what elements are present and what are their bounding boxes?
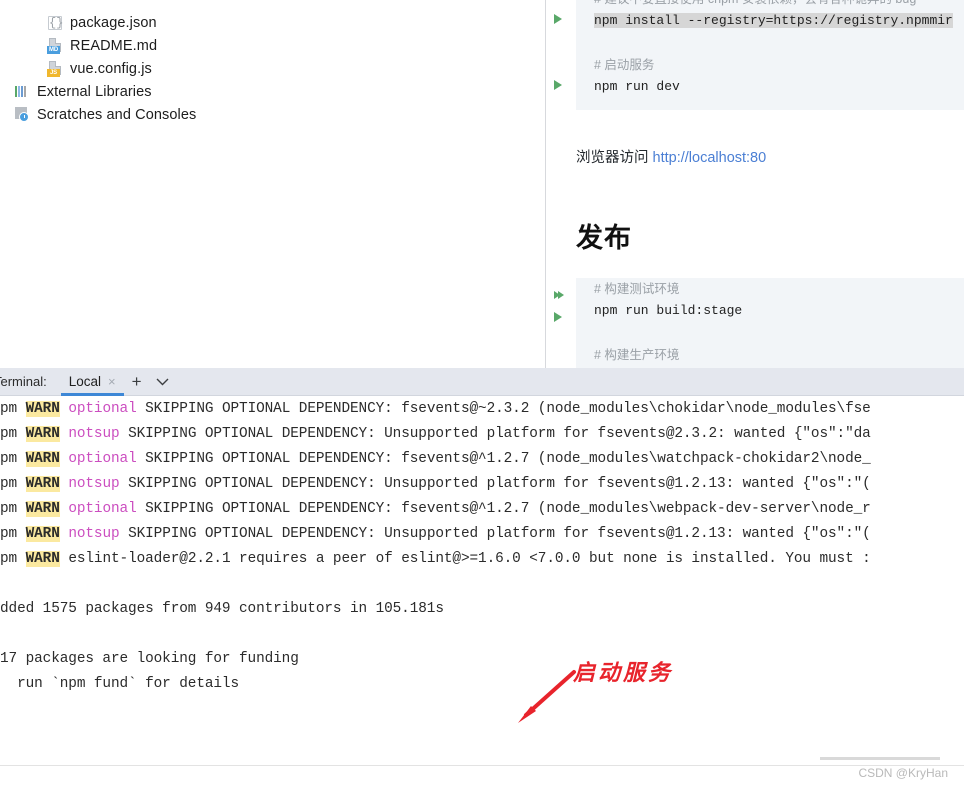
watermark: CSDN @KryHan: [858, 766, 948, 780]
code-line-build-stage[interactable]: npm run build:stage: [576, 300, 964, 322]
code-block-install: # 建议不要直接使用 cnpm 安装依赖，会有各种诡异的 bug npm ins…: [576, 0, 964, 110]
terminal-title: Terminal:: [0, 374, 47, 389]
run-line-icon[interactable]: [554, 306, 568, 328]
terminal-line: pm WARN optional SKIPPING OPTIONAL DEPEN…: [0, 451, 871, 467]
tree-item-label: package.json: [70, 14, 157, 31]
library-icon: [14, 83, 31, 100]
annotation-label: 启动服务: [573, 660, 674, 685]
run-all-icon[interactable]: [554, 284, 568, 306]
json-file-icon: [47, 14, 64, 31]
terminal-summary-line: dded 1575 packages from 949 contributors…: [0, 601, 444, 617]
chevron-down-glyph: [156, 378, 169, 385]
terminal-line: pm WARN optional SKIPPING OPTIONAL DEPEN…: [0, 501, 871, 517]
tree-item-label: README.md: [70, 37, 158, 54]
browser-access-text: 浏览器访问: [576, 150, 653, 166]
section-heading-publish: 发布: [576, 223, 632, 253]
chevron-down-icon[interactable]: [150, 368, 176, 396]
add-terminal-icon[interactable]: +: [124, 368, 150, 396]
terminal-tab-local[interactable]: Local ×: [60, 368, 124, 396]
terminal-line: pm WARN notsup SKIPPING OPTIONAL DEPENDE…: [0, 426, 871, 442]
tree-item-label: Scratches and Consoles: [37, 106, 197, 123]
terminal-line: pm WARN eslint-loader@2.2.1 requires a p…: [0, 551, 871, 567]
project-tree-panel: package.json MD README.md JS vue.config.…: [0, 0, 545, 368]
code-comment-line: # 启动服务: [594, 58, 655, 72]
terminal-toolbar: Terminal: Local × +: [0, 368, 964, 396]
run-line-icon[interactable]: [554, 74, 568, 96]
run-line-icon[interactable]: [554, 8, 568, 30]
tree-item-package-json[interactable]: package.json: [0, 11, 545, 34]
markdown-file-icon: MD: [47, 37, 64, 54]
terminal-summary-line: run `npm fund` for details: [0, 676, 240, 692]
tree-item-scratches-and-consoles[interactable]: Scratches and Consoles: [0, 103, 545, 126]
code-line-install[interactable]: npm install --registry=https://registry.…: [576, 10, 964, 32]
terminal-right-edge: [960, 396, 964, 765]
tree-item-external-libraries[interactable]: External Libraries: [0, 80, 545, 103]
terminal-line: pm WARN notsup SKIPPING OPTIONAL DEPENDE…: [0, 476, 871, 492]
code-comment-line: # 建议不要直接使用 cnpm 安装依赖，会有各种诡异的 bug: [576, 0, 964, 10]
terminal-panel: Terminal: Local × + pm WARN optional SKI…: [0, 368, 964, 765]
close-icon[interactable]: ×: [108, 375, 116, 388]
code-comment-line: # 构建生产环境: [594, 348, 680, 362]
ide-window: package.json MD README.md JS vue.config.…: [0, 0, 964, 785]
status-strip: [0, 765, 964, 785]
terminal-summary-line: 17 packages are looking for funding: [0, 651, 299, 667]
javascript-file-icon: JS: [47, 60, 64, 77]
status-divider: [820, 757, 940, 760]
tree-item-vue-config-js[interactable]: JS vue.config.js: [0, 57, 545, 80]
tree-item-label: External Libraries: [37, 83, 152, 100]
code-line-dev[interactable]: npm run dev: [576, 76, 964, 98]
annotation-arrow-icon: [518, 670, 576, 723]
markdown-preview-pane: # 建议不要直接使用 cnpm 安装依赖，会有各种诡异的 bug npm ins…: [546, 0, 964, 368]
browser-access-paragraph: 浏览器访问 http://localhost:80: [576, 146, 766, 167]
terminal-line: pm WARN optional SKIPPING OPTIONAL DEPEN…: [0, 401, 871, 417]
terminal-tab-label: Local: [68, 374, 102, 389]
terminal-line: pm WARN notsup SKIPPING OPTIONAL DEPENDE…: [0, 526, 871, 542]
code-block-build: # 构建测试环境 npm run build:stage # 构建生产环境: [576, 278, 964, 368]
terminal-output[interactable]: pm WARN optional SKIPPING OPTIONAL DEPEN…: [0, 396, 964, 765]
code-comment-line: # 构建测试环境: [594, 282, 680, 296]
tree-item-label: vue.config.js: [70, 60, 152, 77]
tree-item-readme-md[interactable]: MD README.md: [0, 34, 545, 57]
localhost-link[interactable]: http://localhost:80: [653, 150, 767, 166]
scratches-icon: [14, 106, 31, 123]
